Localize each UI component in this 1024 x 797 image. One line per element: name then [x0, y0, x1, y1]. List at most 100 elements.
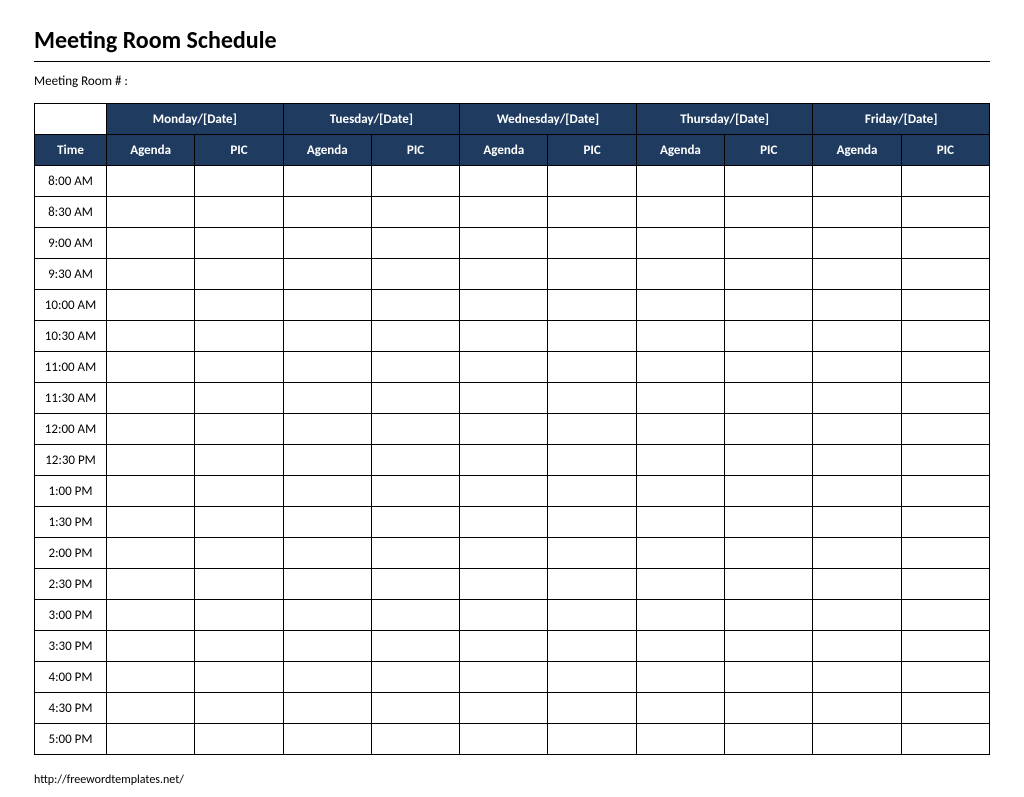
agenda-cell	[107, 662, 195, 693]
pic-cell	[195, 600, 283, 631]
pic-cell	[901, 259, 989, 290]
agenda-cell	[636, 693, 724, 724]
agenda-cell	[636, 600, 724, 631]
time-cell: 5:00 PM	[35, 724, 107, 755]
pic-cell	[901, 693, 989, 724]
pic-cell	[371, 724, 459, 755]
pic-cell	[371, 445, 459, 476]
table-row: 11:00 AM	[35, 352, 990, 383]
agenda-cell	[813, 631, 901, 662]
pic-cell	[901, 507, 989, 538]
table-row: 3:30 PM	[35, 631, 990, 662]
schedule-table: Monday/[Date] Tuesday/[Date] Wednesday/[…	[34, 103, 990, 755]
agenda-cell	[283, 197, 371, 228]
agenda-cell	[636, 414, 724, 445]
time-cell: 12:00 AM	[35, 414, 107, 445]
pic-cell	[901, 445, 989, 476]
agenda-cell	[813, 569, 901, 600]
agenda-cell	[283, 662, 371, 693]
agenda-cell	[283, 724, 371, 755]
agenda-cell	[460, 724, 548, 755]
pic-cell	[725, 507, 813, 538]
agenda-cell	[107, 600, 195, 631]
pic-cell	[371, 600, 459, 631]
agenda-cell	[636, 662, 724, 693]
header-pic: PIC	[725, 135, 813, 166]
agenda-cell	[107, 476, 195, 507]
pic-cell	[901, 414, 989, 445]
header-agenda: Agenda	[636, 135, 724, 166]
header-agenda: Agenda	[813, 135, 901, 166]
agenda-cell	[813, 445, 901, 476]
pic-cell	[901, 476, 989, 507]
agenda-cell	[813, 414, 901, 445]
header-pic: PIC	[548, 135, 636, 166]
agenda-cell	[107, 569, 195, 600]
agenda-cell	[460, 569, 548, 600]
pic-cell	[371, 507, 459, 538]
agenda-cell	[636, 321, 724, 352]
agenda-cell	[107, 259, 195, 290]
pic-cell	[725, 569, 813, 600]
agenda-cell	[107, 693, 195, 724]
agenda-cell	[460, 600, 548, 631]
pic-cell	[371, 476, 459, 507]
agenda-cell	[636, 290, 724, 321]
pic-cell	[371, 383, 459, 414]
agenda-cell	[813, 352, 901, 383]
agenda-cell	[107, 383, 195, 414]
agenda-cell	[636, 538, 724, 569]
pic-cell	[195, 166, 283, 197]
pic-cell	[901, 538, 989, 569]
pic-cell	[548, 383, 636, 414]
pic-cell	[548, 197, 636, 228]
room-number-label: Meeting Room # :	[34, 74, 990, 89]
time-cell: 12:30 PM	[35, 445, 107, 476]
table-row: 3:00 PM	[35, 600, 990, 631]
pic-cell	[548, 321, 636, 352]
pic-cell	[901, 228, 989, 259]
agenda-cell	[107, 166, 195, 197]
table-row: 1:00 PM	[35, 476, 990, 507]
header-day-tuesday: Tuesday/[Date]	[283, 104, 460, 135]
agenda-cell	[460, 631, 548, 662]
agenda-cell	[636, 166, 724, 197]
time-cell: 2:00 PM	[35, 538, 107, 569]
time-cell: 9:30 AM	[35, 259, 107, 290]
agenda-cell	[460, 352, 548, 383]
pic-cell	[371, 569, 459, 600]
pic-cell	[548, 724, 636, 755]
header-day-thursday: Thursday/[Date]	[636, 104, 813, 135]
table-row: 12:00 AM	[35, 414, 990, 445]
header-notch	[35, 104, 107, 135]
pic-cell	[371, 352, 459, 383]
pic-cell	[548, 507, 636, 538]
pic-cell	[371, 166, 459, 197]
agenda-cell	[460, 228, 548, 259]
pic-cell	[548, 631, 636, 662]
pic-cell	[901, 321, 989, 352]
table-row: 9:00 AM	[35, 228, 990, 259]
agenda-cell	[283, 600, 371, 631]
header-pic: PIC	[901, 135, 989, 166]
agenda-cell	[283, 693, 371, 724]
agenda-cell	[460, 445, 548, 476]
pic-cell	[901, 631, 989, 662]
agenda-cell	[283, 476, 371, 507]
pic-cell	[195, 290, 283, 321]
pic-cell	[901, 600, 989, 631]
header-day-wednesday: Wednesday/[Date]	[460, 104, 637, 135]
agenda-cell	[460, 290, 548, 321]
agenda-cell	[636, 507, 724, 538]
agenda-cell	[636, 197, 724, 228]
agenda-cell	[636, 352, 724, 383]
agenda-cell	[283, 321, 371, 352]
pic-cell	[901, 569, 989, 600]
agenda-cell	[107, 228, 195, 259]
agenda-cell	[283, 445, 371, 476]
pic-cell	[195, 631, 283, 662]
agenda-cell	[107, 321, 195, 352]
agenda-cell	[813, 600, 901, 631]
pic-cell	[195, 445, 283, 476]
agenda-cell	[460, 383, 548, 414]
